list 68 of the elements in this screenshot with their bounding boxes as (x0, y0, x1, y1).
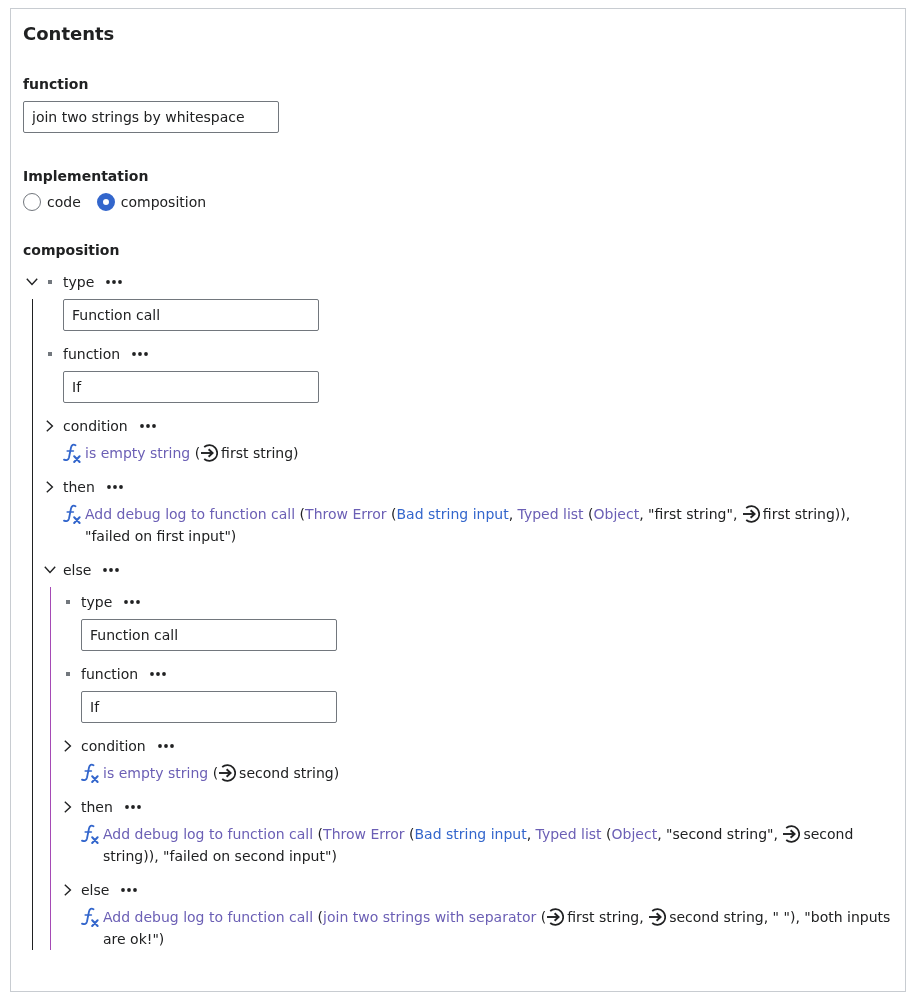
text-field[interactable]: Function call (63, 299, 319, 331)
bullet-icon (48, 352, 52, 356)
key-label: then (81, 798, 113, 817)
radio-button[interactable] (23, 193, 41, 211)
expression-text: Add debug log to function call (join two strings with separator ( first string, second string, " "), "both inputs are ok!") (103, 907, 892, 949)
expression-link[interactable]: Object (611, 826, 658, 842)
expression-link[interactable]: Bad string input (396, 506, 509, 522)
expression-link[interactable]: is empty string (103, 765, 209, 781)
bullet-icon (48, 280, 52, 284)
text-field[interactable]: join two strings by whitespace (23, 101, 279, 133)
chevron-down-icon[interactable] (26, 278, 38, 286)
more-icon[interactable] (124, 805, 141, 809)
expression-link[interactable]: join two strings with separator (323, 909, 537, 925)
expression-text: Add debug log to function call (Throw Error (Bad string input, Typed list (Object, "second string", second string)), "failed on second input") (103, 824, 855, 866)
key-label: type (63, 273, 95, 292)
more-icon[interactable] (106, 485, 123, 489)
key-label: function (63, 345, 121, 364)
chevron-right-icon[interactable] (64, 801, 72, 813)
bullet-icon (66, 672, 70, 676)
text-field[interactable]: If (63, 371, 319, 403)
expression-link[interactable]: Throw Error (323, 826, 405, 842)
expression-link[interactable]: Throw Error (305, 506, 387, 522)
more-icon[interactable] (106, 280, 123, 284)
chevron-right-icon[interactable] (64, 884, 72, 896)
expression-text: is empty string ( first string) (85, 443, 300, 464)
expression-link[interactable]: Add debug log to function call (103, 826, 314, 842)
key-label: else (81, 881, 110, 900)
more-icon[interactable] (132, 352, 149, 356)
key-label: type (81, 593, 113, 612)
radio-label[interactable]: code (47, 191, 81, 213)
key-label: else (63, 561, 92, 580)
more-icon[interactable] (103, 568, 120, 572)
text-field[interactable]: Function call (81, 619, 337, 651)
bullet-icon (66, 600, 70, 604)
section-label: Implementation (23, 167, 150, 186)
key-label: condition (63, 417, 128, 436)
chevron-right-icon[interactable] (64, 740, 72, 752)
key-label: function (81, 665, 139, 684)
expression-link[interactable]: is empty string (85, 445, 191, 461)
field-label: function (23, 75, 90, 94)
function-icon (63, 504, 81, 524)
more-icon[interactable] (157, 744, 174, 748)
more-icon[interactable] (139, 424, 156, 428)
more-icon[interactable] (150, 672, 167, 676)
function-icon (81, 824, 99, 844)
expression-text: is empty string ( second string) (103, 763, 341, 784)
function-icon (81, 907, 99, 927)
more-icon[interactable] (124, 600, 141, 604)
chevron-right-icon[interactable] (46, 481, 54, 493)
expression-link[interactable]: Add debug log to function call (103, 909, 314, 925)
expression-link[interactable]: Typed list (535, 826, 602, 842)
key-label: condition (81, 737, 146, 756)
expression-link[interactable]: Typed list (517, 506, 584, 522)
chevron-right-icon[interactable] (46, 420, 54, 432)
expression-link[interactable]: Bad string input (414, 826, 527, 842)
page-title: Contents (23, 22, 116, 46)
expression-link[interactable]: Add debug log to function call (85, 506, 296, 522)
expression-text: Add debug log to function call (Throw Error (Bad string input, Typed list (Object, "first string", first string)), "failed on first input") (85, 504, 852, 546)
function-icon (63, 443, 81, 463)
expression-link[interactable]: Object (593, 506, 640, 522)
function-icon (81, 763, 99, 783)
key-label: then (63, 478, 95, 497)
more-icon[interactable] (121, 888, 138, 892)
text-field[interactable]: If (81, 691, 337, 723)
radio-label[interactable]: composition (120, 191, 207, 213)
chevron-down-icon[interactable] (44, 566, 56, 574)
radio-button[interactable] (96, 193, 115, 211)
section-label: composition (23, 241, 121, 260)
